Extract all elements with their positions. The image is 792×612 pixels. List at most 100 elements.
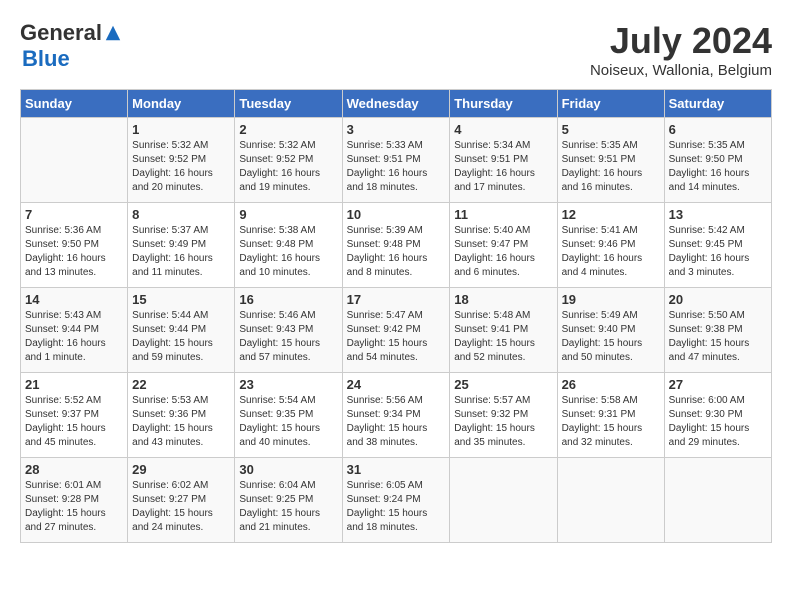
day-info: Sunrise: 5:32 AM Sunset: 9:52 PM Dayligh…	[239, 139, 337, 195]
day-info: Sunrise: 5:36 AM Sunset: 9:50 PM Dayligh…	[25, 224, 123, 280]
logo-blue-text: Blue	[22, 46, 70, 71]
calendar-cell: 7 Sunrise: 5:36 AM Sunset: 9:50 PM Daylig…	[21, 203, 128, 288]
day-info: Sunrise: 5:38 AM Sunset: 9:48 PM Dayligh…	[239, 224, 337, 280]
day-number: 2	[239, 122, 337, 137]
day-number: 10	[347, 207, 446, 222]
day-number: 31	[347, 462, 446, 477]
day-info: Sunrise: 5:37 AM Sunset: 9:49 PM Dayligh…	[132, 224, 230, 280]
calendar-cell: 1 Sunrise: 5:32 AM Sunset: 9:52 PM Daylig…	[128, 118, 235, 203]
day-info: Sunrise: 5:50 AM Sunset: 9:38 PM Dayligh…	[669, 309, 767, 365]
day-number: 6	[669, 122, 767, 137]
column-header-sunday: Sunday	[21, 90, 128, 118]
calendar-cell: 10 Sunrise: 5:39 AM Sunset: 9:48 PM Dayli…	[342, 203, 450, 288]
day-number: 14	[25, 292, 123, 307]
calendar-cell: 28 Sunrise: 6:01 AM Sunset: 9:28 PM Dayli…	[21, 458, 128, 543]
calendar-cell: 25 Sunrise: 5:57 AM Sunset: 9:32 PM Dayli…	[450, 373, 557, 458]
calendar-cell: 13Sunrise: 5:42 AM Sunset: 9:45 PM Dayli…	[664, 203, 771, 288]
calendar-cell: 9 Sunrise: 5:38 AM Sunset: 9:48 PM Daylig…	[235, 203, 342, 288]
calendar-cell: 18Sunrise: 5:48 AM Sunset: 9:41 PM Dayli…	[450, 288, 557, 373]
logo-icon	[104, 24, 122, 42]
month-title: July 2024	[590, 20, 772, 62]
day-info: Sunrise: 6:01 AM Sunset: 9:28 PM Dayligh…	[25, 479, 123, 535]
calendar-cell: 16Sunrise: 5:46 AM Sunset: 9:43 PM Dayli…	[235, 288, 342, 373]
calendar-cell: 29 Sunrise: 6:02 AM Sunset: 9:27 PM Dayli…	[128, 458, 235, 543]
day-number: 8	[132, 207, 230, 222]
calendar-cell: 5 Sunrise: 5:35 AM Sunset: 9:51 PM Daylig…	[557, 118, 664, 203]
calendar-cell: 15Sunrise: 5:44 AM Sunset: 9:44 PM Dayli…	[128, 288, 235, 373]
day-info: Sunrise: 6:00 AM Sunset: 9:30 PM Dayligh…	[669, 394, 767, 450]
day-number: 25	[454, 377, 552, 392]
day-info: Sunrise: 5:57 AM Sunset: 9:32 PM Dayligh…	[454, 394, 552, 450]
calendar-cell: 17 Sunrise: 5:47 AM Sunset: 9:42 PM Dayli…	[342, 288, 450, 373]
day-info: Sunrise: 6:04 AM Sunset: 9:25 PM Dayligh…	[239, 479, 337, 535]
day-number: 22	[132, 377, 230, 392]
calendar-cell	[557, 458, 664, 543]
day-info: Sunrise: 5:39 AM Sunset: 9:48 PM Dayligh…	[347, 224, 446, 280]
day-number: 3	[347, 122, 446, 137]
day-info: Sunrise: 6:05 AM Sunset: 9:24 PM Dayligh…	[347, 479, 446, 535]
day-info: Sunrise: 5:35 AM Sunset: 9:51 PM Dayligh…	[562, 139, 660, 195]
day-info: Sunrise: 6:02 AM Sunset: 9:27 PM Dayligh…	[132, 479, 230, 535]
day-number: 11	[454, 207, 552, 222]
column-header-thursday: Thursday	[450, 90, 557, 118]
day-info: Sunrise: 5:34 AM Sunset: 9:51 PM Dayligh…	[454, 139, 552, 195]
calendar-cell: 23 Sunrise: 5:54 AM Sunset: 9:35 PM Dayli…	[235, 373, 342, 458]
title-block: July 2024 Noiseux, Wallonia, Belgium	[590, 20, 772, 79]
calendar-cell: 11 Sunrise: 5:40 AM Sunset: 9:47 PM Dayli…	[450, 203, 557, 288]
day-number: 19	[562, 292, 660, 307]
calendar-cell: 24Sunrise: 5:56 AM Sunset: 9:34 PM Dayli…	[342, 373, 450, 458]
day-number: 30	[239, 462, 337, 477]
calendar-table: SundayMondayTuesdayWednesdayThursdayFrid…	[20, 89, 772, 543]
calendar-cell: 3 Sunrise: 5:33 AM Sunset: 9:51 PM Daylig…	[342, 118, 450, 203]
day-info: Sunrise: 5:40 AM Sunset: 9:47 PM Dayligh…	[454, 224, 552, 280]
day-info: Sunrise: 5:41 AM Sunset: 9:46 PM Dayligh…	[562, 224, 660, 280]
day-number: 5	[562, 122, 660, 137]
day-info: Sunrise: 5:56 AM Sunset: 9:34 PM Dayligh…	[347, 394, 446, 450]
day-number: 9	[239, 207, 337, 222]
day-number: 16	[239, 292, 337, 307]
calendar-cell	[664, 458, 771, 543]
day-info: Sunrise: 5:54 AM Sunset: 9:35 PM Dayligh…	[239, 394, 337, 450]
calendar-cell: 12 Sunrise: 5:41 AM Sunset: 9:46 PM Dayli…	[557, 203, 664, 288]
day-number: 20	[669, 292, 767, 307]
day-number: 28	[25, 462, 123, 477]
calendar-cell: 21 Sunrise: 5:52 AM Sunset: 9:37 PM Dayli…	[21, 373, 128, 458]
calendar-cell: 14 Sunrise: 5:43 AM Sunset: 9:44 PM Dayli…	[21, 288, 128, 373]
day-info: Sunrise: 5:43 AM Sunset: 9:44 PM Dayligh…	[25, 309, 123, 365]
day-number: 26	[562, 377, 660, 392]
day-number: 17	[347, 292, 446, 307]
day-number: 7	[25, 207, 123, 222]
calendar-cell: 20 Sunrise: 5:50 AM Sunset: 9:38 PM Dayli…	[664, 288, 771, 373]
column-header-wednesday: Wednesday	[342, 90, 450, 118]
day-info: Sunrise: 5:48 AM Sunset: 9:41 PM Dayligh…	[454, 309, 552, 365]
calendar-cell: 27Sunrise: 6:00 AM Sunset: 9:30 PM Dayli…	[664, 373, 771, 458]
day-number: 1	[132, 122, 230, 137]
day-info: Sunrise: 5:33 AM Sunset: 9:51 PM Dayligh…	[347, 139, 446, 195]
calendar-cell: 31 Sunrise: 6:05 AM Sunset: 9:24 PM Dayli…	[342, 458, 450, 543]
column-header-monday: Monday	[128, 90, 235, 118]
logo-general-text: General	[20, 20, 102, 46]
day-number: 15	[132, 292, 230, 307]
day-number: 21	[25, 377, 123, 392]
day-number: 12	[562, 207, 660, 222]
day-number: 29	[132, 462, 230, 477]
day-info: Sunrise: 5:32 AM Sunset: 9:52 PM Dayligh…	[132, 139, 230, 195]
location: Noiseux, Wallonia, Belgium	[590, 62, 772, 79]
calendar-cell: 4Sunrise: 5:34 AM Sunset: 9:51 PM Daylig…	[450, 118, 557, 203]
day-info: Sunrise: 5:53 AM Sunset: 9:36 PM Dayligh…	[132, 394, 230, 450]
calendar-cell: 2 Sunrise: 5:32 AM Sunset: 9:52 PM Daylig…	[235, 118, 342, 203]
column-header-saturday: Saturday	[664, 90, 771, 118]
calendar-cell: 6 Sunrise: 5:35 AM Sunset: 9:50 PM Daylig…	[664, 118, 771, 203]
day-info: Sunrise: 5:47 AM Sunset: 9:42 PM Dayligh…	[347, 309, 446, 365]
logo: General Blue	[20, 20, 122, 72]
day-number: 23	[239, 377, 337, 392]
day-info: Sunrise: 5:52 AM Sunset: 9:37 PM Dayligh…	[25, 394, 123, 450]
day-info: Sunrise: 5:42 AM Sunset: 9:45 PM Dayligh…	[669, 224, 767, 280]
calendar-cell: 30 Sunrise: 6:04 AM Sunset: 9:25 PM Dayli…	[235, 458, 342, 543]
day-info: Sunrise: 5:35 AM Sunset: 9:50 PM Dayligh…	[669, 139, 767, 195]
calendar-cell: 8 Sunrise: 5:37 AM Sunset: 9:49 PM Daylig…	[128, 203, 235, 288]
calendar-cell: 26Sunrise: 5:58 AM Sunset: 9:31 PM Dayli…	[557, 373, 664, 458]
calendar-cell	[21, 118, 128, 203]
calendar-cell	[450, 458, 557, 543]
day-info: Sunrise: 5:49 AM Sunset: 9:40 PM Dayligh…	[562, 309, 660, 365]
